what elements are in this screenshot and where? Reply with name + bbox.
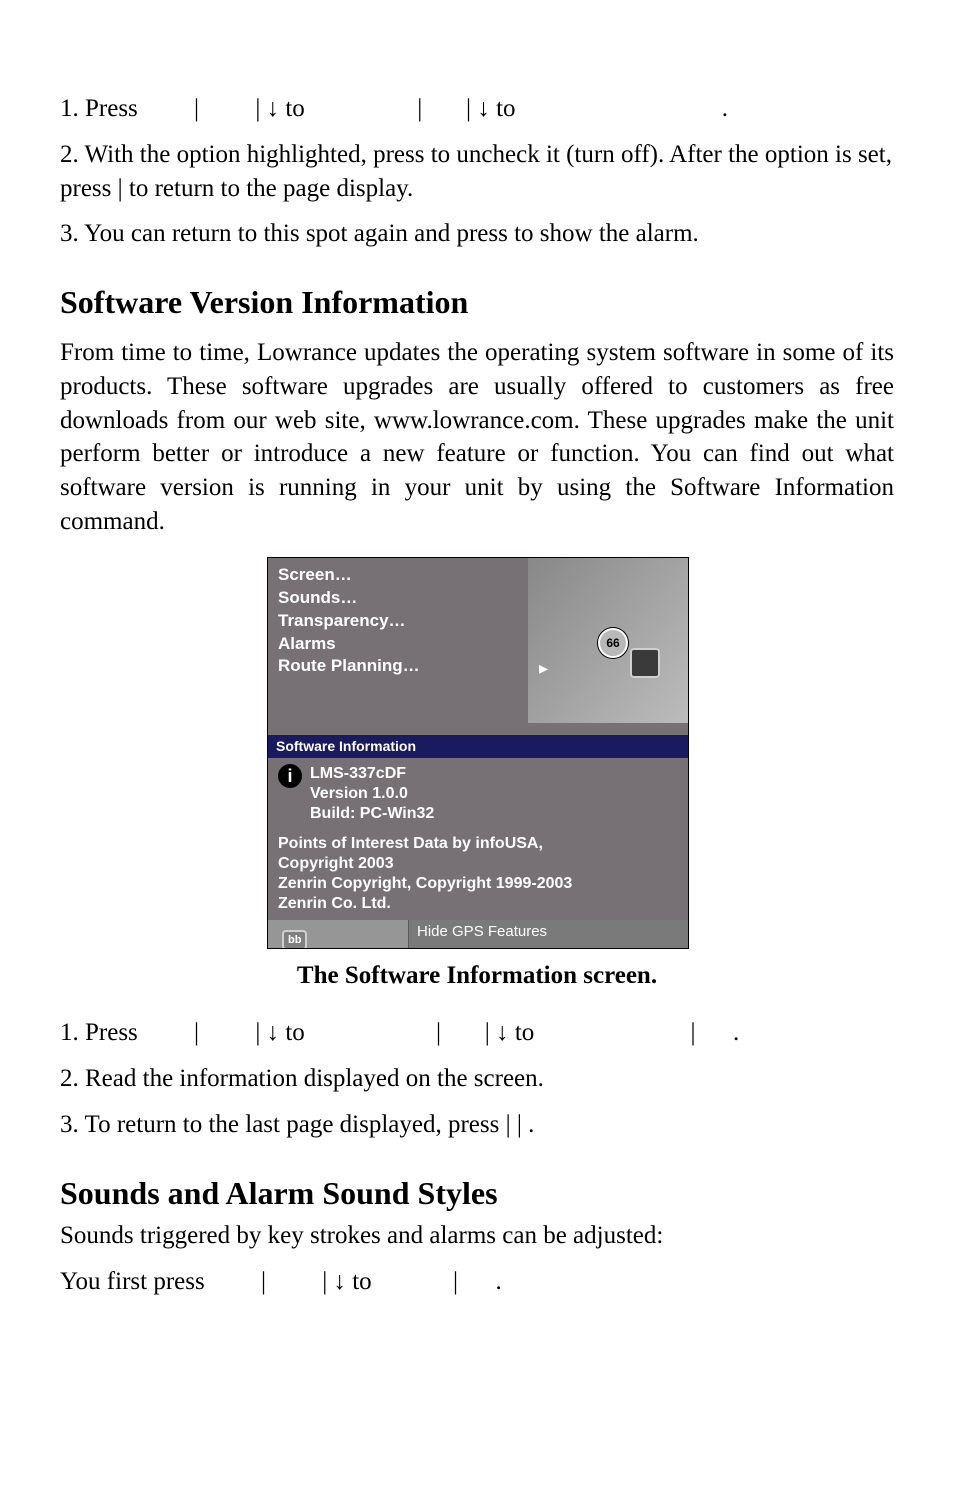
step-2-text: 2. With the option highlighted, press to…	[60, 141, 892, 202]
step-3-top: 3. You can return to this spot again and…	[60, 217, 894, 251]
pipe: |	[691, 1019, 696, 1046]
menu-item: Sounds…	[278, 587, 678, 610]
text-press: 1. Press	[60, 95, 144, 122]
pipe: |	[436, 1019, 441, 1046]
sw-step-2: 2. Read the information displayed on the…	[60, 1062, 894, 1096]
down-arrow-icon: ↓ to	[267, 1019, 311, 1046]
copyright-block: Points of Interest Data by infoUSA, Copy…	[278, 834, 678, 914]
menu-item: Hide GPS Features	[409, 920, 688, 944]
pipe: |	[485, 1019, 490, 1046]
menu-item: Screen…	[278, 564, 678, 587]
info-icon: i	[278, 764, 302, 788]
pipe: |	[322, 1268, 327, 1295]
pipe: |	[194, 95, 199, 122]
down-arrow-icon: ↓ to	[496, 1019, 540, 1046]
step-3-text: 3. You can return to this spot again and…	[60, 220, 699, 247]
screenshot-top: Screen… Sounds… Transparency… Alarms Rou…	[268, 558, 688, 735]
sw-step-3-text: 3. To return to the last page displayed,…	[60, 1111, 534, 1138]
build-text: Build: PC-Win32	[310, 804, 434, 824]
step-2-top: 2. With the option highlighted, press to…	[60, 138, 894, 206]
submenu-arrow-icon: ▸	[539, 656, 548, 680]
heading-sounds: Sounds and Alarm Sound Styles	[60, 1172, 894, 1215]
para-software: From time to time, Lowrance updates the …	[60, 336, 894, 539]
screenshot-titlebar: Software Information	[268, 735, 688, 758]
copyright-line: Copyright 2003	[278, 854, 678, 874]
pipe: |	[255, 1019, 260, 1046]
menu-item: Route Planning…	[278, 655, 678, 678]
shield-icon	[630, 648, 660, 678]
screenshot-bottom: bb 16 N 36°10.712' Hide GPS Features Set…	[268, 920, 688, 949]
down-arrow-icon: ↓ to	[267, 95, 311, 122]
screenshot: Screen… Sounds… Transparency… Alarms Rou…	[267, 557, 689, 949]
menu-item: Set Language…	[409, 944, 688, 949]
mid-row: i LMS-337cDF Version 1.0.0 Build: PC-Win…	[278, 764, 678, 824]
step-1-top: 1. Press | | ↓ to | | ↓ to .	[60, 92, 894, 126]
sw-step-3: 3. To return to the last page displayed,…	[60, 1108, 894, 1142]
period: .	[733, 1019, 739, 1046]
figure-software-info: Screen… Sounds… Transparency… Alarms Rou…	[267, 557, 687, 949]
copyright-line: Zenrin Copyright, Copyright 1999-2003	[278, 874, 678, 894]
sw-step-1: 1. Press | | ↓ to | | ↓ to | .	[60, 1016, 894, 1050]
version-text: Version 1.0.0	[310, 784, 434, 804]
route-number-badge: 66	[598, 628, 628, 658]
figure-caption: The Software Information screen.	[60, 959, 894, 993]
mid-text: LMS-337cDF Version 1.0.0 Build: PC-Win32	[310, 764, 434, 824]
down-arrow-icon: ↓ to	[333, 1268, 377, 1295]
screenshot-bottom-left: bb 16 N 36°10.712'	[268, 920, 409, 949]
text-you-first-press: You first press	[60, 1268, 211, 1295]
heading-software-version: Software Version Information	[60, 281, 894, 324]
bb-badge: bb	[282, 930, 307, 949]
text-press: 1. Press	[60, 1019, 144, 1046]
copyright-line: Zenrin Co. Ltd.	[278, 894, 678, 914]
product-name: LMS-337cDF	[310, 764, 434, 784]
screenshot-mid: i LMS-337cDF Version 1.0.0 Build: PC-Win…	[268, 758, 688, 920]
period: .	[722, 95, 728, 122]
pipe: |	[417, 95, 422, 122]
pipe: |	[453, 1268, 458, 1295]
page: 1. Press | | ↓ to | | ↓ to . 2. With the…	[0, 0, 954, 1487]
copyright-line: Points of Interest Data by infoUSA,	[278, 834, 678, 854]
pipe: |	[466, 95, 471, 122]
period: .	[495, 1268, 501, 1295]
pipe: |	[255, 95, 260, 122]
pipe: |	[194, 1019, 199, 1046]
down-arrow-icon: ↓ to	[477, 95, 521, 122]
sounds-step: You first press | | ↓ to | .	[60, 1265, 894, 1299]
pipe: |	[261, 1268, 266, 1295]
para-sounds: Sounds triggered by key strokes and alar…	[60, 1219, 894, 1253]
screenshot-bottom-right: Hide GPS Features Set Language… Transfer…	[409, 920, 688, 949]
